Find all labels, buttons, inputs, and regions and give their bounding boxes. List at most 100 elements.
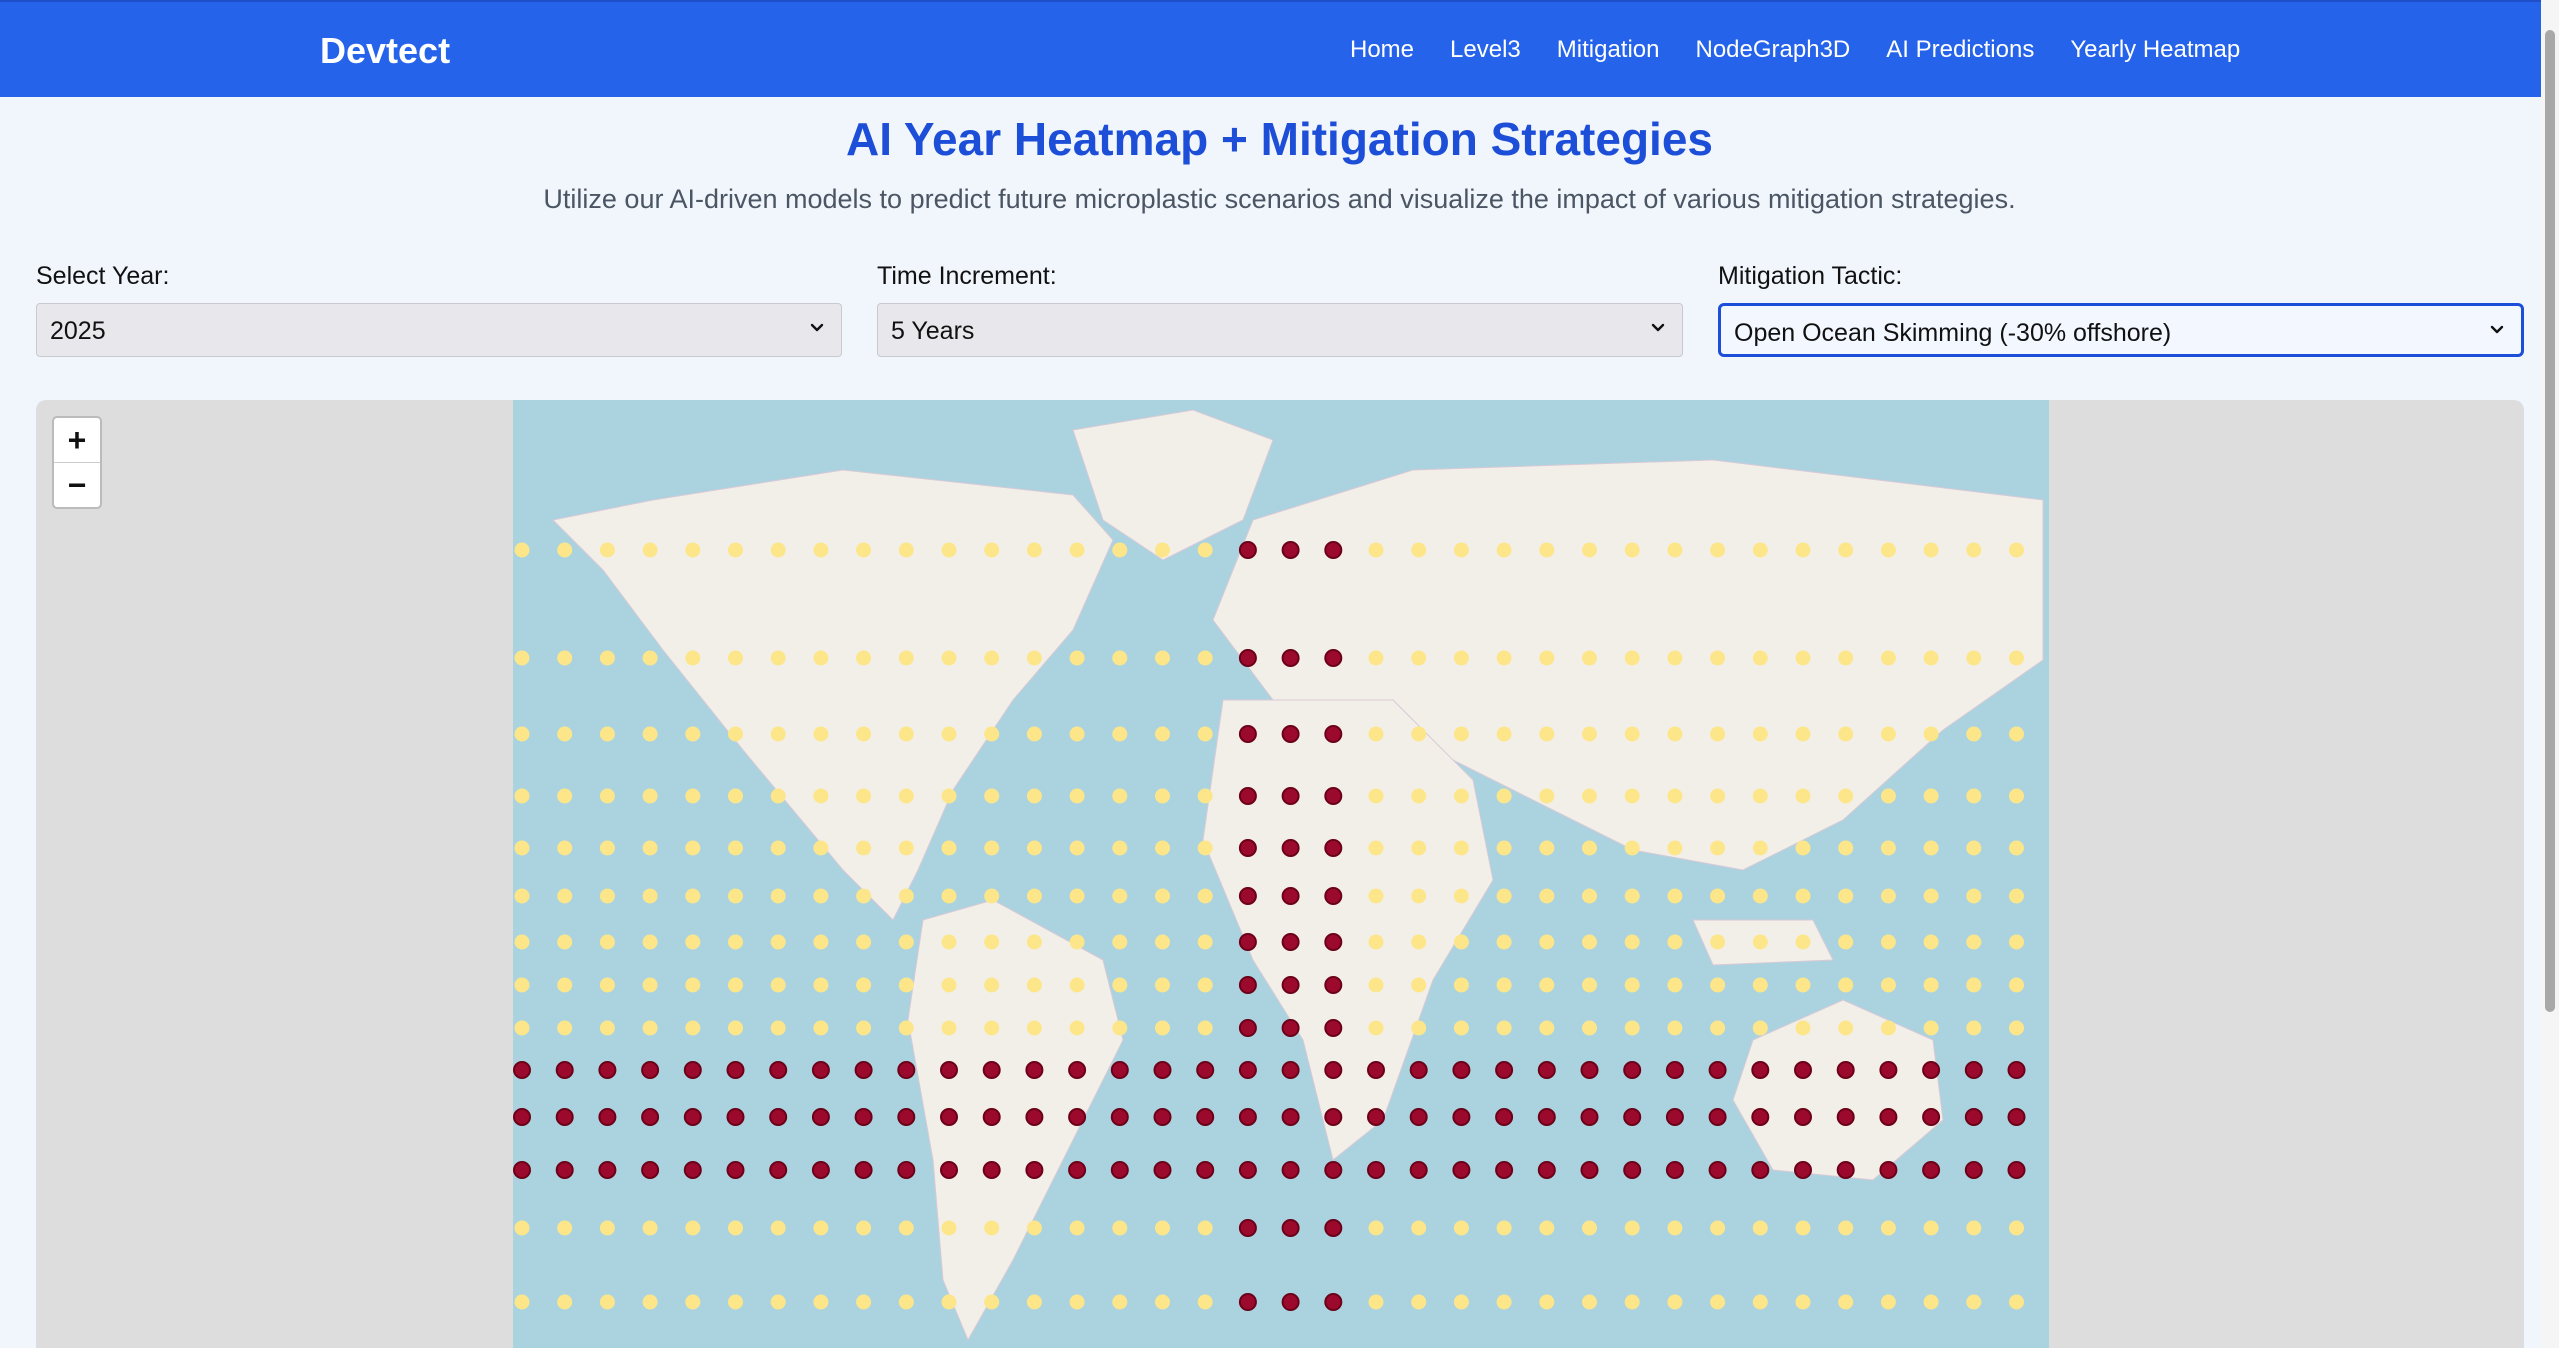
unmitigated-marker[interactable] <box>813 1220 829 1236</box>
unmitigated-marker[interactable] <box>599 650 615 666</box>
unmitigated-marker[interactable] <box>813 934 829 950</box>
mitigated-marker[interactable] <box>897 1061 916 1079</box>
mitigated-marker[interactable] <box>897 1108 916 1126</box>
unmitigated-marker[interactable] <box>557 788 573 804</box>
unmitigated-marker[interactable] <box>1667 1294 1683 1310</box>
mitigated-marker[interactable] <box>1324 933 1343 951</box>
unmitigated-marker[interactable] <box>1496 840 1512 856</box>
unmitigated-marker[interactable] <box>1112 542 1128 558</box>
unmitigated-marker[interactable] <box>1496 1020 1512 1036</box>
unmitigated-marker[interactable] <box>898 934 914 950</box>
unmitigated-marker[interactable] <box>557 934 573 950</box>
unmitigated-marker[interactable] <box>1069 788 1085 804</box>
unmitigated-marker[interactable] <box>1838 650 1854 666</box>
nav-link-nodegraph3d[interactable]: NodeGraph3D <box>1695 36 1850 64</box>
unmitigated-marker[interactable] <box>1795 542 1811 558</box>
unmitigated-marker[interactable] <box>685 888 701 904</box>
unmitigated-marker[interactable] <box>728 977 743 993</box>
unmitigated-marker[interactable] <box>1795 977 1811 993</box>
unmitigated-marker[interactable] <box>941 888 957 904</box>
unmitigated-marker[interactable] <box>1539 888 1555 904</box>
unmitigated-marker[interactable] <box>514 977 530 993</box>
unmitigated-marker[interactable] <box>941 650 957 666</box>
unmitigated-marker[interactable] <box>1624 840 1640 856</box>
unmitigated-marker[interactable] <box>514 934 530 950</box>
unmitigated-marker[interactable] <box>599 977 615 993</box>
unmitigated-marker[interactable] <box>1069 1220 1085 1236</box>
unmitigated-marker[interactable] <box>1197 977 1213 993</box>
unmitigated-marker[interactable] <box>898 888 914 904</box>
unmitigated-marker[interactable] <box>941 1020 957 1036</box>
unmitigated-marker[interactable] <box>1453 542 1469 558</box>
unmitigated-marker[interactable] <box>1026 650 1042 666</box>
unmitigated-marker[interactable] <box>1966 1294 1982 1310</box>
unmitigated-marker[interactable] <box>728 788 743 804</box>
unmitigated-marker[interactable] <box>1539 934 1555 950</box>
unmitigated-marker[interactable] <box>1624 934 1640 950</box>
unmitigated-marker[interactable] <box>1368 888 1384 904</box>
unmitigated-marker[interactable] <box>1026 1294 1042 1310</box>
unmitigated-marker[interactable] <box>557 1294 573 1310</box>
unmitigated-marker[interactable] <box>1752 977 1768 993</box>
mitigated-marker[interactable] <box>1238 839 1257 857</box>
mitigated-marker[interactable] <box>1281 887 1300 905</box>
unmitigated-marker[interactable] <box>770 977 786 993</box>
mitigated-marker[interactable] <box>982 1061 1001 1079</box>
mitigated-marker[interactable] <box>1665 1161 1684 1179</box>
unmitigated-marker[interactable] <box>1838 788 1854 804</box>
unmitigated-marker[interactable] <box>1411 888 1427 904</box>
unmitigated-marker[interactable] <box>984 542 1000 558</box>
unmitigated-marker[interactable] <box>1880 1020 1896 1036</box>
unmitigated-marker[interactable] <box>1880 977 1896 993</box>
unmitigated-marker[interactable] <box>1112 977 1128 993</box>
unmitigated-marker[interactable] <box>1496 1220 1512 1236</box>
mitigated-marker[interactable] <box>555 1061 574 1079</box>
unmitigated-marker[interactable] <box>1197 726 1213 742</box>
unmitigated-marker[interactable] <box>770 650 786 666</box>
unmitigated-marker[interactable] <box>1026 542 1042 558</box>
unmitigated-marker[interactable] <box>1923 888 1939 904</box>
unmitigated-marker[interactable] <box>1155 1294 1170 1310</box>
mitigated-marker[interactable] <box>1580 1161 1599 1179</box>
unmitigated-marker[interactable] <box>1624 1020 1640 1036</box>
unmitigated-marker[interactable] <box>514 1294 530 1310</box>
unmitigated-marker[interactable] <box>1197 1220 1213 1236</box>
unmitigated-marker[interactable] <box>1752 1294 1768 1310</box>
unmitigated-marker[interactable] <box>1624 542 1640 558</box>
unmitigated-marker[interactable] <box>728 888 743 904</box>
mitigated-marker[interactable] <box>1324 1219 1343 1237</box>
mitigated-marker[interactable] <box>1196 1108 1215 1126</box>
unmitigated-marker[interactable] <box>1880 542 1896 558</box>
unmitigated-marker[interactable] <box>728 1220 743 1236</box>
mitigated-marker[interactable] <box>769 1061 788 1079</box>
unmitigated-marker[interactable] <box>1453 1294 1469 1310</box>
unmitigated-marker[interactable] <box>1368 1220 1384 1236</box>
mitigated-marker[interactable] <box>1794 1061 1812 1079</box>
unmitigated-marker[interactable] <box>1923 1294 1939 1310</box>
tactic-select[interactable]: Open Ocean Skimming (-30% offshore) <box>1718 303 2524 357</box>
unmitigated-marker[interactable] <box>1411 726 1427 742</box>
unmitigated-marker[interactable] <box>1496 934 1512 950</box>
unmitigated-marker[interactable] <box>1710 788 1726 804</box>
mitigated-marker[interactable] <box>1281 976 1300 994</box>
mitigated-marker[interactable] <box>1110 1161 1129 1179</box>
unmitigated-marker[interactable] <box>898 1020 914 1036</box>
unmitigated-marker[interactable] <box>1069 840 1085 856</box>
unmitigated-marker[interactable] <box>813 977 829 993</box>
unmitigated-marker[interactable] <box>1155 888 1170 904</box>
unmitigated-marker[interactable] <box>1411 542 1427 558</box>
unmitigated-marker[interactable] <box>1453 888 1469 904</box>
nav-link-level3[interactable]: Level3 <box>1450 36 1521 64</box>
unmitigated-marker[interactable] <box>1880 788 1896 804</box>
unmitigated-marker[interactable] <box>1624 726 1640 742</box>
unmitigated-marker[interactable] <box>1069 1020 1085 1036</box>
unmitigated-marker[interactable] <box>1197 788 1213 804</box>
unmitigated-marker[interactable] <box>642 934 658 950</box>
unmitigated-marker[interactable] <box>728 542 743 558</box>
unmitigated-marker[interactable] <box>1496 788 1512 804</box>
unmitigated-marker[interactable] <box>599 726 615 742</box>
unmitigated-marker[interactable] <box>1966 977 1982 993</box>
unmitigated-marker[interactable] <box>770 888 786 904</box>
mitigated-marker[interactable] <box>1879 1108 1898 1126</box>
mitigated-marker[interactable] <box>1964 1108 1983 1126</box>
